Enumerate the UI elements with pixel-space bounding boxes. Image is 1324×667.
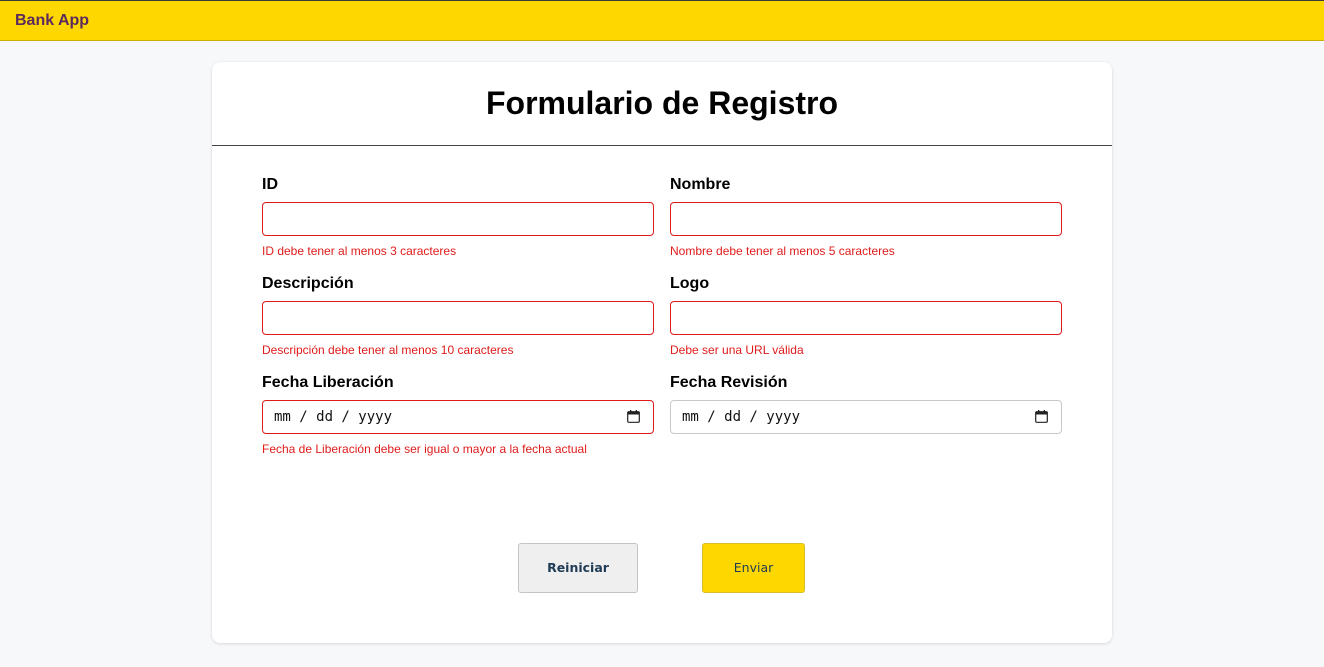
- fecha-revision-value: mm / dd / yyyy: [682, 409, 801, 425]
- id-input[interactable]: [262, 202, 654, 236]
- nombre-input[interactable]: [670, 202, 1062, 236]
- top-navbar: Bank App: [0, 0, 1324, 41]
- fecha-liberacion-error-message: Fecha de Liberación debe ser igual o may…: [262, 442, 587, 456]
- fecha-liberacion-input[interactable]: mm / dd / yyyy: [262, 400, 654, 434]
- page-title: Formulario de Registro: [485, 85, 839, 121]
- descripcion-input[interactable]: [262, 301, 654, 335]
- descripcion-error-message: Descripción debe tener al menos 10 carac…: [262, 343, 514, 357]
- fecha-liberacion-value: mm / dd / yyyy: [274, 409, 393, 425]
- nombre-label: Nombre: [670, 176, 731, 193]
- reset-button[interactable]: Reiniciar: [518, 543, 638, 593]
- descripcion-label: Descripción: [262, 275, 354, 292]
- calendar-icon[interactable]: [627, 410, 640, 423]
- fecha-liberacion-label: Fecha Liberación: [262, 374, 394, 391]
- calendar-icon[interactable]: [1035, 410, 1048, 423]
- logo-error-message: Debe ser una URL válida: [670, 343, 804, 357]
- fecha-revision-input[interactable]: mm / dd / yyyy: [670, 400, 1062, 434]
- submit-button[interactable]: Enviar: [702, 543, 805, 593]
- title-divider: [212, 145, 1112, 146]
- logo-input[interactable]: [670, 301, 1062, 335]
- registration-form-card: Formulario de Registro ID ID debe tener …: [212, 62, 1112, 643]
- fecha-revision-label: Fecha Revisión: [670, 374, 788, 391]
- logo-label: Logo: [670, 275, 710, 292]
- id-error-message: ID debe tener al menos 3 caracteres: [262, 244, 457, 258]
- id-label: ID: [262, 176, 278, 193]
- app-brand[interactable]: Bank App: [15, 12, 89, 30]
- nombre-error-message: Nombre debe tener al menos 5 caracteres: [670, 244, 895, 258]
